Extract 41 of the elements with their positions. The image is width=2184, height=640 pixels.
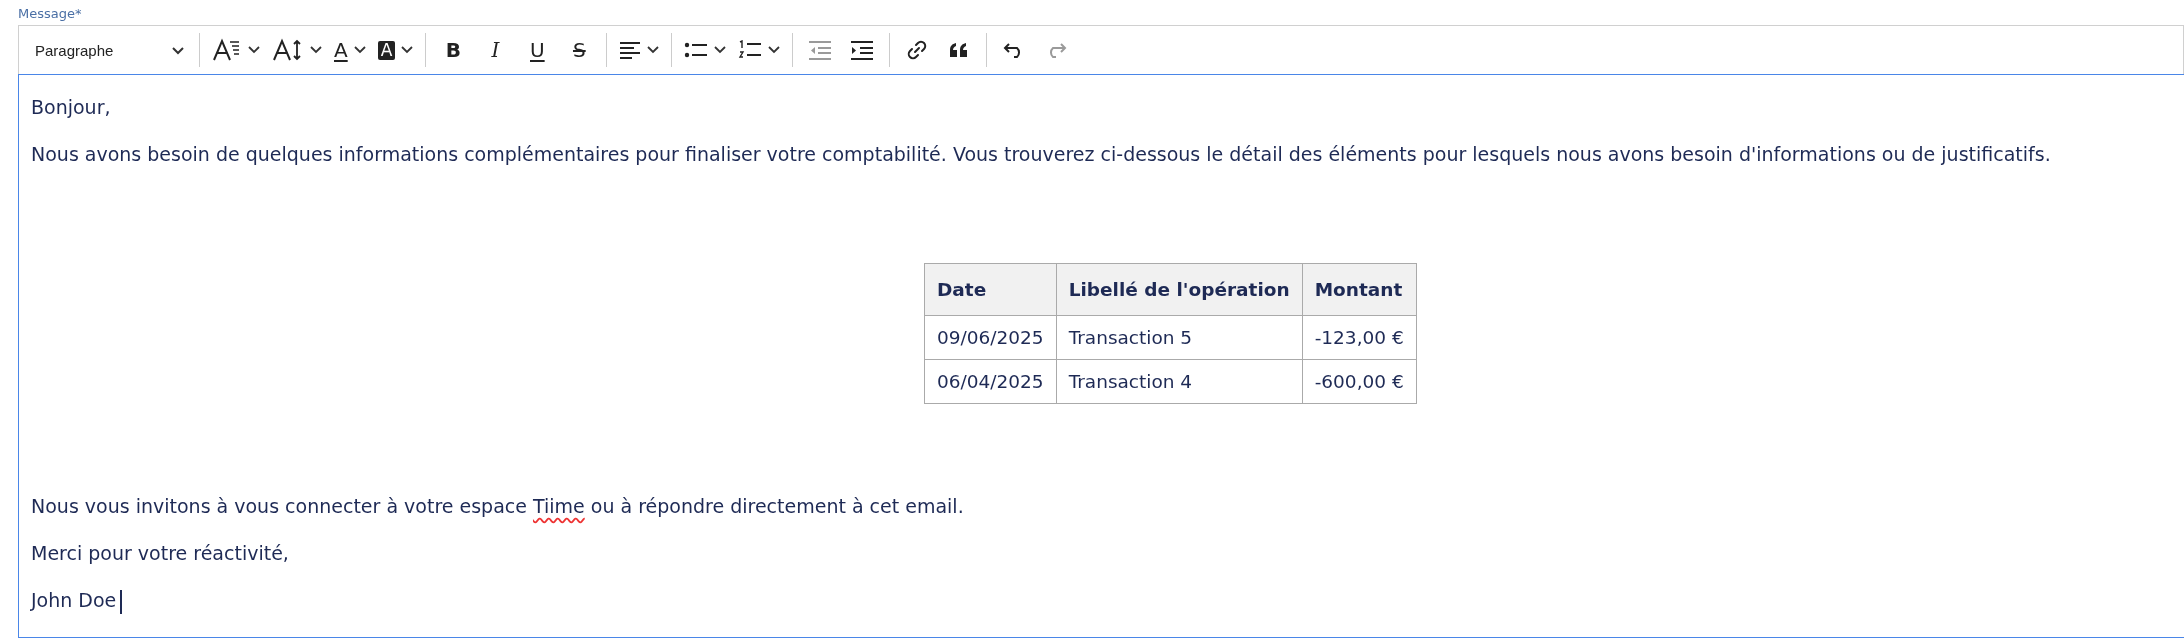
font-size-icon xyxy=(272,38,304,62)
italic-button[interactable]: I xyxy=(476,31,515,69)
link-icon xyxy=(906,39,929,61)
numbered-list-icon xyxy=(738,40,763,60)
strikethrough-button[interactable]: S xyxy=(560,31,599,69)
table-header-cell: Libellé de l'opération xyxy=(1056,263,1303,316)
chevron-down-icon xyxy=(353,46,366,54)
chevron-down-icon xyxy=(248,46,260,54)
paragraph: Merci pour votre réactivité, xyxy=(31,541,290,566)
table-cell: -123,00 € xyxy=(1302,315,1417,360)
outdent-icon xyxy=(808,40,833,60)
paragraph: Bonjour, xyxy=(31,95,112,120)
font-color-glyph: A xyxy=(334,40,348,60)
table-cell: Transaction 5 xyxy=(1056,315,1303,360)
highlight-glyph: A xyxy=(377,40,396,60)
field-label: Message* xyxy=(18,5,83,23)
chevron-down-icon xyxy=(768,46,781,54)
bullet-list-icon xyxy=(684,41,709,59)
table-cell: Transaction 4 xyxy=(1056,359,1303,404)
quote-icon xyxy=(949,42,970,58)
chevron-down-icon xyxy=(647,46,660,54)
chevron-down-icon xyxy=(714,46,727,54)
underline-button[interactable]: U xyxy=(518,31,557,69)
align-left-icon xyxy=(619,41,642,59)
paragraph: Nous avons besoin de quelques informations complémentaires pour finaliser votre comptabilité. Vous trouverez ci-dessous le détail des éléments pour lesquels nous avons besoin d'informations ou de justificatifs. xyxy=(31,142,2052,167)
table-header-cell: Date xyxy=(924,263,1057,316)
paragraph: John Doe xyxy=(31,586,2172,614)
chevron-down-icon xyxy=(401,46,414,54)
table-cell: 06/04/2025 xyxy=(924,359,1057,404)
table-cell: 09/06/2025 xyxy=(924,315,1057,360)
paragraph-format-dropdown[interactable]: Paragraphe xyxy=(23,31,193,69)
font-color-button[interactable]: A xyxy=(330,31,370,69)
table-cell: -600,00 € xyxy=(1302,359,1417,404)
highlight-button[interactable]: A xyxy=(373,31,418,69)
table-header-cell: Montant xyxy=(1302,263,1417,316)
font-family-icon xyxy=(212,38,242,62)
chevron-down-icon xyxy=(310,46,322,54)
chevron-down-icon xyxy=(171,45,185,55)
paragraph: Nous vous invitons à vous connecter à votre espace Tiime ou à répondre directement à cet email. xyxy=(31,494,965,519)
indent-icon xyxy=(850,40,875,60)
bold-button[interactable]: B xyxy=(434,31,473,69)
